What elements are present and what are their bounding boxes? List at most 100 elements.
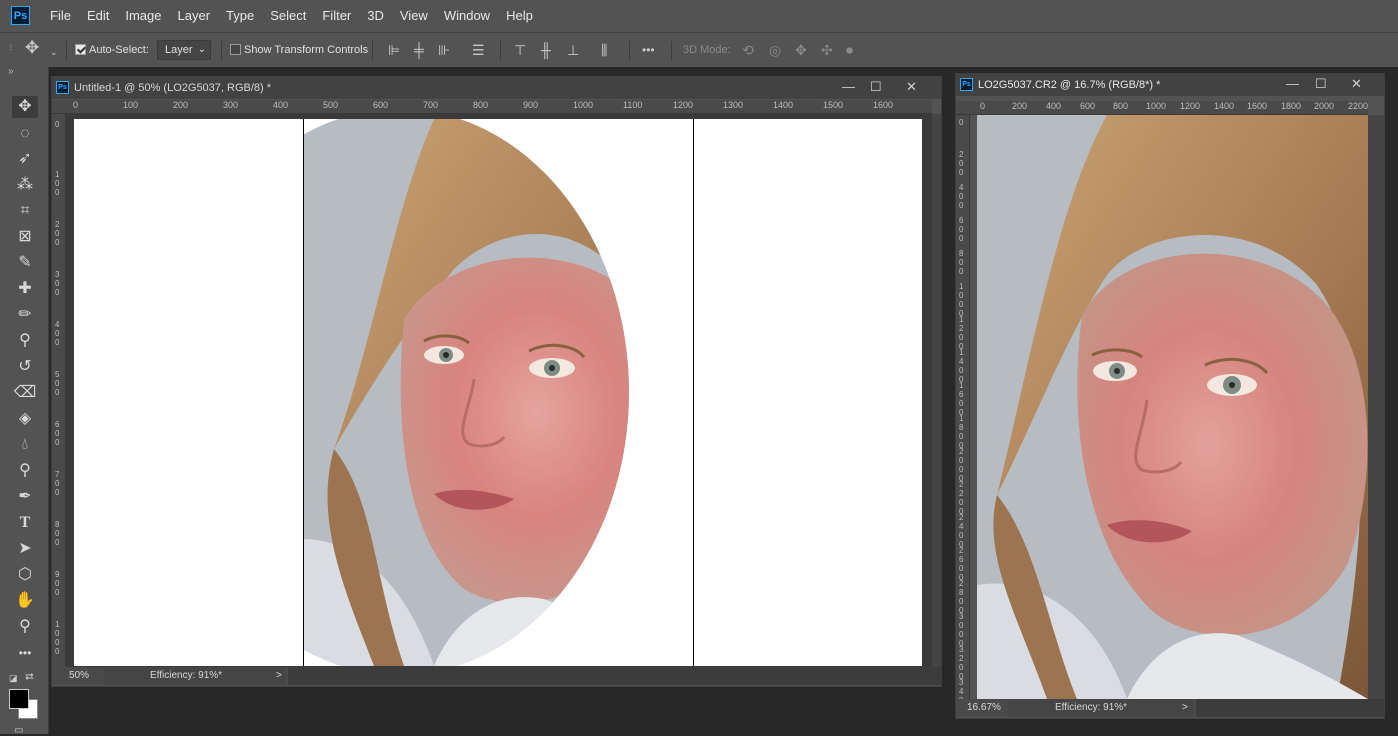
ruler-label: 3200 — [959, 645, 964, 681]
default-colors-icon[interactable]: ◪ — [9, 673, 18, 684]
distribute-h-icon[interactable]: ☰ — [472, 41, 485, 59]
ruler-label: 1400 — [773, 100, 794, 110]
ruler-label: 1500 — [823, 100, 844, 110]
status-menu-arrow[interactable]: > — [1182, 699, 1188, 717]
align-left-icon[interactable]: ⊫ — [388, 41, 400, 59]
history-brush-icon[interactable]: ↺ — [12, 356, 38, 378]
document-canvas[interactable] — [74, 119, 922, 666]
ruler-label: 700 — [423, 100, 439, 110]
distribute-v-icon[interactable]: ⫼ — [601, 41, 607, 59]
collapse-panel-icon[interactable]: » — [8, 66, 14, 77]
menu-view[interactable]: View — [392, 0, 436, 32]
ruler-label: 1800 — [1281, 101, 1302, 111]
menu-file[interactable]: File — [42, 0, 79, 32]
menu-help[interactable]: Help — [498, 0, 541, 32]
vertical-scrollbar[interactable] — [1368, 115, 1384, 699]
vertical-scrollbar[interactable] — [932, 114, 941, 667]
zoom-level[interactable]: 50% — [69, 667, 89, 685]
paint-bucket-icon[interactable]: ◈ — [12, 408, 38, 430]
auto-select-target-dropdown[interactable]: Layer ⌄ — [157, 40, 211, 60]
align-top-icon[interactable]: ⊤ — [514, 41, 526, 59]
menu-select[interactable]: Select — [262, 0, 314, 32]
status-menu-arrow[interactable]: > — [276, 667, 282, 685]
ruler-label: 1600 — [959, 381, 964, 417]
shape-icon[interactable]: ⬡ — [12, 564, 38, 586]
close-icon[interactable]: ✕ — [906, 79, 917, 95]
ruler-label: 0 — [55, 120, 60, 129]
3d-roll-icon[interactable]: ◎ — [769, 41, 781, 59]
quick-mask-icon[interactable]: ▭ — [14, 725, 23, 736]
ruler-label: 1000 — [959, 282, 964, 318]
ruler-label: 600 — [959, 216, 964, 243]
minimize-icon[interactable]: — — [1286, 76, 1299, 91]
lasso-icon[interactable]: ➶ — [12, 148, 38, 170]
menu-window[interactable]: Window — [436, 0, 498, 32]
swap-colors-icon[interactable]: ⮂ — [25, 671, 34, 684]
canvas-pasteboard[interactable] — [66, 114, 932, 667]
3d-pan-icon[interactable]: ✥ — [795, 41, 807, 59]
edit-toolbar-icon[interactable]: ••• — [12, 642, 38, 664]
divider — [221, 41, 222, 61]
align-right-icon[interactable]: ⊪ — [438, 41, 450, 59]
hand-icon[interactable]: ✋ — [12, 590, 38, 612]
horizontal-ruler[interactable]: 0 100 200 300 400 500 600 700 800 900 10… — [52, 100, 932, 114]
menu-filter[interactable]: Filter — [314, 0, 359, 32]
document-canvas[interactable] — [977, 115, 1368, 699]
horizontal-scrollbar[interactable] — [288, 667, 941, 685]
healing-brush-icon[interactable]: ✚ — [12, 278, 38, 300]
ruler-label: 600 — [1080, 101, 1096, 111]
ruler-label: 1800 — [959, 414, 964, 450]
zoom-icon[interactable]: ⚲ — [12, 616, 38, 638]
brush-icon[interactable]: ✏ — [12, 304, 38, 326]
menu-edit[interactable]: Edit — [79, 0, 117, 32]
document-titlebar[interactable]: Ps LO2G5037.CR2 @ 16.7% (RGB/8*) * — ☐ ✕ — [956, 74, 1384, 96]
frame-icon[interactable]: ⊠ — [12, 226, 38, 248]
dodge-icon[interactable]: ⚲ — [12, 460, 38, 482]
elliptical-marquee-icon[interactable]: ◌ — [12, 123, 38, 145]
zoom-level[interactable]: 16.67% — [967, 699, 1001, 717]
path-selection-icon[interactable]: ➤ — [12, 538, 38, 560]
foreground-color-swatch[interactable] — [9, 689, 29, 709]
horizontal-ruler[interactable]: 0 200 400 600 800 1000 1200 1400 1600 18… — [956, 101, 1368, 115]
ruler-label: 1300 — [723, 100, 744, 110]
move-tool-preset-icon[interactable]: ✥ — [25, 39, 39, 57]
pen-icon[interactable]: ✒ — [12, 486, 38, 508]
ruler-label: 0 — [959, 118, 964, 127]
document-window-untitled[interactable]: Ps Untitled-1 @ 50% (LO2G5037, RGB/8) * … — [51, 76, 942, 687]
align-bottom-icon[interactable]: ⊥ — [567, 41, 579, 59]
close-icon[interactable]: ✕ — [1351, 76, 1362, 92]
3d-slide-icon[interactable]: ✣ — [821, 41, 833, 59]
3d-scale-icon[interactable]: ⏺ — [846, 41, 853, 59]
ruler-label: 3400 — [959, 678, 964, 699]
blur-icon[interactable]: 💧︎ — [12, 434, 38, 456]
vertical-ruler[interactable]: 0 100 200 300 400 500 600 700 800 900 10… — [52, 114, 66, 667]
maximize-icon[interactable]: ☐ — [1315, 76, 1327, 92]
menu-3d[interactable]: 3D — [359, 0, 392, 32]
efficiency-status: Efficiency: 91%* — [150, 670, 223, 681]
eyedropper-icon[interactable]: ✎ — [12, 252, 38, 274]
ruler-label: 600 — [373, 100, 389, 110]
menu-layer[interactable]: Layer — [170, 0, 219, 32]
horizontal-scrollbar[interactable] — [1196, 699, 1384, 717]
more-options-icon[interactable]: ••• — [642, 41, 655, 59]
ps-document-icon: Ps — [56, 81, 69, 94]
eraser-icon[interactable]: ⌫ — [12, 382, 38, 404]
clone-stamp-icon[interactable]: ⚲ — [12, 330, 38, 352]
vertical-ruler[interactable]: 0 200 400 600 800 1000 1200 1400 1600 18… — [956, 115, 970, 699]
menu-type[interactable]: Type — [218, 0, 262, 32]
show-transform-checkbox[interactable] — [230, 44, 241, 55]
document-window-raw[interactable]: Ps LO2G5037.CR2 @ 16.7% (RGB/8*) * — ☐ ✕… — [955, 73, 1385, 719]
align-center-h-icon[interactable]: ╪ — [414, 41, 424, 59]
menu-image[interactable]: Image — [117, 0, 169, 32]
crop-icon[interactable]: ⌗ — [12, 200, 38, 222]
move-tool-icon[interactable]: ✥ — [12, 96, 38, 118]
type-icon[interactable]: T — [12, 512, 38, 534]
magic-wand-icon[interactable]: ⁂ — [12, 174, 38, 196]
3d-rotate-icon[interactable]: ⟲ — [742, 41, 754, 59]
minimize-icon[interactable]: — — [842, 79, 855, 94]
chevron-down-icon[interactable]: ⌄ — [50, 43, 58, 61]
auto-select-checkbox[interactable] — [75, 44, 86, 55]
document-titlebar[interactable]: Ps Untitled-1 @ 50% (LO2G5037, RGB/8) * … — [52, 77, 941, 99]
maximize-icon[interactable]: ☐ — [870, 79, 882, 95]
align-middle-v-icon[interactable]: ╫ — [541, 41, 551, 59]
